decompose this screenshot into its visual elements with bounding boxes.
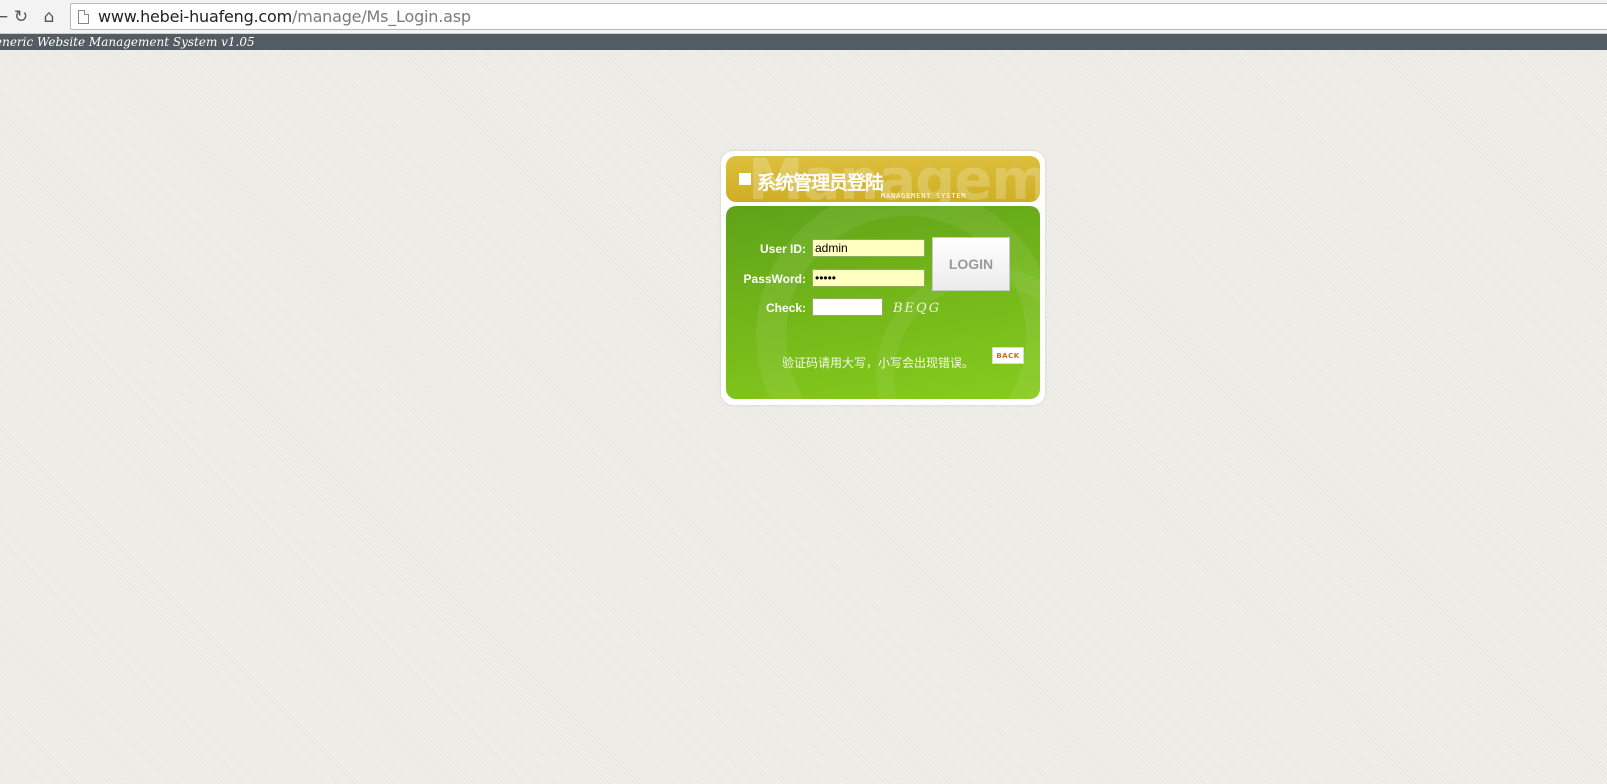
back-button[interactable]: BACK — [992, 347, 1024, 364]
page-icon — [78, 9, 89, 24]
address-bar[interactable]: www.hebei-huafeng.com/manage/Ms_Login.as… — [70, 3, 1607, 30]
home-icon[interactable]: ⌂ — [38, 6, 60, 28]
user-id-label: User ID: — [759, 242, 806, 256]
login-button[interactable]: LOGIN — [932, 237, 1010, 291]
url-text: www.hebei-huafeng.com/manage/Ms_Login.as… — [98, 7, 471, 26]
url-path: /manage/Ms_Login.asp — [292, 7, 471, 26]
square-bullet-icon — [739, 173, 751, 185]
login-form: User ID: PassWord: Check: BEQG LOGIN 验证码… — [726, 206, 1040, 399]
login-subtitle: MANAGEMENT SYSTEM — [881, 192, 967, 200]
user-id-input[interactable] — [812, 239, 925, 257]
captcha-hint: 验证码请用大写，小写会出现错误。 — [782, 356, 975, 370]
login-title: 系统管理员登陆 — [757, 172, 884, 194]
password-input[interactable] — [812, 269, 925, 287]
browser-toolbar: ← ↻ ⌂ www.hebei-huafeng.com/manage/Ms_Lo… — [0, 0, 1607, 34]
login-header: Managem 系统管理员登陆 MANAGEMENT SYSTEM — [726, 156, 1040, 202]
system-title-bar: eneric Website Management System v1.05 — [0, 34, 1607, 50]
login-panel: Managem 系统管理员登陆 MANAGEMENT SYSTEM User I… — [721, 151, 1045, 405]
url-host: www.hebei-huafeng.com — [98, 7, 292, 26]
reload-icon[interactable]: ↻ — [10, 6, 32, 28]
password-label: PassWord: — [743, 272, 806, 286]
captcha-input[interactable] — [812, 298, 883, 316]
captcha-image[interactable]: BEQG — [893, 301, 941, 316]
system-title: eneric Website Management System v1.05 — [0, 35, 255, 49]
check-label: Check: — [765, 301, 806, 315]
